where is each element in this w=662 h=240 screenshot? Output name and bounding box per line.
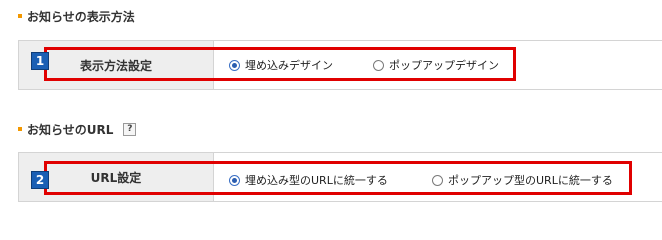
radio-popup-url-label: ポップアップ型のURLに統一する xyxy=(448,174,613,187)
display-method-heading: お知らせの表示方法 xyxy=(18,8,135,24)
display-method-heading-text: お知らせの表示方法 xyxy=(27,9,135,24)
radio-popup-url[interactable]: ポップアップ型のURLに統一する xyxy=(432,172,613,188)
step-1-badge: 1 xyxy=(31,52,49,70)
heading-bullet-icon xyxy=(18,14,22,18)
radio-embedded-design-label: 埋め込みデザイン xyxy=(245,59,333,72)
radio-embedded-url[interactable]: 埋め込み型のURLに統一する xyxy=(229,172,388,188)
display-method-label: 表示方法設定 xyxy=(79,58,152,73)
radio-embedded-url-label: 埋め込み型のURLに統一する xyxy=(245,174,388,187)
radio-unselected-icon[interactable] xyxy=(373,59,384,71)
url-setting-label: URL設定 xyxy=(90,170,142,185)
url-heading: お知らせのURL ? xyxy=(18,121,137,137)
radio-unselected-icon[interactable] xyxy=(432,174,443,186)
heading-bullet-icon xyxy=(18,127,22,131)
radio-selected-icon[interactable] xyxy=(229,174,240,186)
help-icon[interactable]: ? xyxy=(123,122,137,136)
radio-popup-design[interactable]: ポップアップデザイン xyxy=(373,57,499,73)
radio-embedded-design[interactable]: 埋め込みデザイン xyxy=(229,57,333,73)
radio-popup-design-label: ポップアップデザイン xyxy=(389,59,499,72)
settings-page: お知らせの表示方法 表示方法設定 1 埋め込みデザイン ポップアップデザイン お… xyxy=(0,0,662,209)
step-2-badge: 2 xyxy=(31,171,49,189)
url-heading-text: お知らせのURL xyxy=(27,122,114,137)
radio-selected-icon[interactable] xyxy=(229,59,240,71)
display-method-row: 表示方法設定 xyxy=(18,40,662,90)
